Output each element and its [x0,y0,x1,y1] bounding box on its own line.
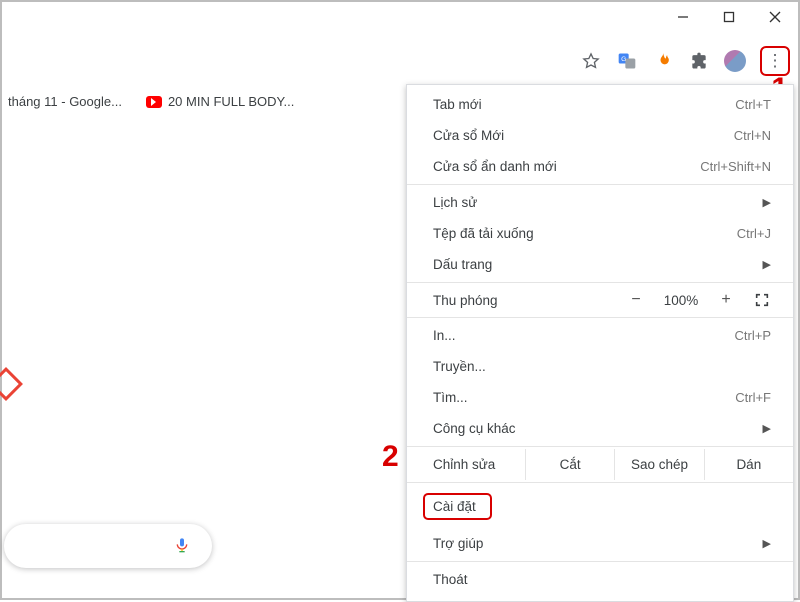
toolbar: G ⋮ [580,44,790,78]
menu-item-new-incognito[interactable]: Cửa sổ ẩn danh mới Ctrl+Shift+N [407,151,793,182]
zoom-in-button[interactable]: + [707,291,745,309]
edit-copy[interactable]: Sao chép [614,449,703,480]
chevron-right-icon: ▶ [763,537,771,550]
extensions-icon[interactable] [688,50,710,72]
chevron-right-icon: ▶ [763,258,771,271]
menu-item-more-tools[interactable]: Công cụ khác ▶ [407,413,793,444]
bookmark-item[interactable]: 20 MIN FULL BODY... [146,94,294,109]
maximize-button[interactable] [706,2,752,32]
menu-item-downloads[interactable]: Tệp đã tải xuống Ctrl+J [407,218,793,249]
bookmark-item[interactable]: tháng 11 - Google... [8,94,122,109]
fire-icon[interactable] [652,50,674,72]
svg-text:G: G [621,56,626,63]
menu-separator [407,446,793,447]
close-button[interactable] [752,2,798,32]
minimize-button[interactable] [660,2,706,32]
menu-item-help[interactable]: Trợ giúp ▶ [407,528,793,559]
chevron-right-icon: ▶ [763,196,771,209]
menu-item-edit: Chỉnh sửa Cắt Sao chép Dán [407,449,793,480]
menu-item-print[interactable]: In... Ctrl+P [407,320,793,351]
menu-item-new-tab[interactable]: Tab mới Ctrl+T [407,89,793,120]
edit-paste[interactable]: Dán [704,449,793,480]
microphone-icon[interactable] [174,534,190,559]
menu-separator [407,282,793,283]
google-translate-icon[interactable]: G [616,50,638,72]
menu-item-exit[interactable]: Thoát [407,564,793,595]
bookmark-label: tháng 11 - Google... [8,94,122,109]
annotation-2: 2 [382,440,399,474]
window-controls [660,2,798,32]
menu-item-history[interactable]: Lịch sử ▶ [407,187,793,218]
chrome-menu: Tab mới Ctrl+T Cửa sổ Mới Ctrl+N Cửa sổ … [406,84,794,602]
menu-item-settings[interactable]: Cài đặt [407,485,793,528]
menu-item-new-window[interactable]: Cửa sổ Mới Ctrl+N [407,120,793,151]
chevron-right-icon: ▶ [763,422,771,435]
zoom-value: 100% [655,293,707,308]
fullscreen-button[interactable] [745,292,779,308]
menu-separator [407,482,793,483]
bookmarks-bar: tháng 11 - Google... 20 MIN FULL BODY... [8,94,294,109]
menu-item-zoom: Thu phóng − 100% + [407,285,793,315]
zoom-out-button[interactable]: − [617,291,655,309]
menu-item-cast[interactable]: Truyền... [407,351,793,382]
menu-item-find[interactable]: Tìm... Ctrl+F [407,382,793,413]
settings-highlight: Cài đặt [423,493,492,520]
menu-separator [407,561,793,562]
search-pill[interactable] [4,524,212,568]
menu-item-bookmarks[interactable]: Dấu trang ▶ [407,249,793,280]
profile-avatar[interactable] [724,50,746,72]
bookmark-label: 20 MIN FULL BODY... [168,94,294,109]
menu-separator [407,317,793,318]
edit-cut[interactable]: Cắt [525,449,614,480]
decorative-shape [0,367,23,401]
youtube-icon [146,96,162,108]
star-icon[interactable] [580,50,602,72]
menu-separator [407,184,793,185]
